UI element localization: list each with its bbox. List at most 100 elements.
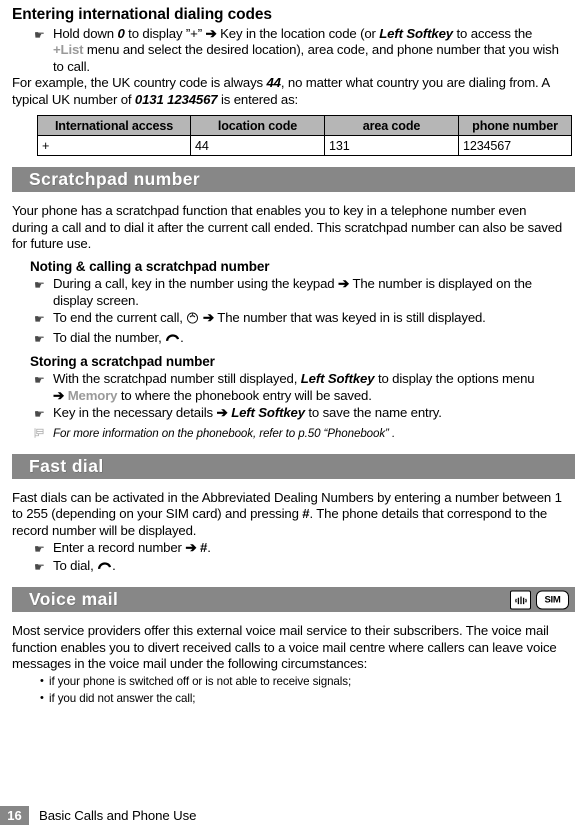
arrow-icon: ➔ <box>53 387 65 403</box>
hand-bullet-icon: ☛ <box>34 559 45 574</box>
step-text-mid4: menu and select the desired location), a… <box>53 42 559 74</box>
step-text-pre: Key in the necessary details <box>53 405 217 421</box>
condition-text: if you did not answer the call; <box>49 691 196 705</box>
dial-call-icon <box>165 332 180 349</box>
step-text-pre: Hold down <box>53 25 118 41</box>
band-title-fast-dial: Fast dial <box>29 455 104 476</box>
heading-storing-scratchpad: Storing a scratchpad number <box>30 354 215 369</box>
col-international-access: International access <box>37 115 191 137</box>
note-text: For more information on the phonebook, r… <box>53 426 396 440</box>
page-footer: 16 Basic Calls and Phone Use <box>0 806 575 825</box>
arrow-icon: ➔ <box>202 310 215 325</box>
step-text-post: to where the phonebook entry will be sav… <box>117 387 372 403</box>
step-text-pre: To dial the number, <box>53 329 166 345</box>
step-text-mid2: Key in the location code (or <box>216 25 380 41</box>
col-area-code: area code <box>324 115 459 137</box>
heading-noting-calling: Noting & calling a scratchpad number <box>30 258 270 274</box>
cell-location-code: 44 <box>190 135 325 157</box>
cell-phone-number: 1234567 <box>458 135 572 157</box>
table-row: + 44 131 1234567 <box>37 135 572 157</box>
step-international-dialing: ☛ Hold down 0 to display ”+” ➔ Key in th… <box>12 26 563 76</box>
step-enter-record-number: ☛ Enter a record number ➔ #. <box>12 540 563 557</box>
manual-page: Entering international dialing codes ☛ H… <box>0 0 575 829</box>
step-fast-dial: ☛ To dial, . <box>12 558 563 577</box>
country-code-value: 44 <box>266 75 281 91</box>
step-text-mid3: to access the <box>452 25 533 41</box>
step-text: Hold down 0 to display ”+” ➔ Key in the … <box>53 26 563 76</box>
step-text-pre: With the scratchpad number still display… <box>53 371 301 387</box>
hand-bullet-icon: ☛ <box>34 278 45 292</box>
scratchpad-content: Your phone has a scratchpad function tha… <box>0 192 575 442</box>
hand-bullet-icon: ☛ <box>34 407 45 422</box>
section-heading-international: Entering international dialing codes <box>12 6 272 23</box>
step-dial-number: ☛ To dial the number, . <box>12 330 563 349</box>
fast-dial-content: Fast dials can be activated in the Abbre… <box>0 479 575 577</box>
section-band-voice-mail: Voice mail SIM <box>12 587 575 613</box>
step-text-post: The number that was keyed in is still di… <box>214 310 486 325</box>
paragraph-uk-example: For example, the UK country code is alwa… <box>12 75 563 108</box>
left-softkey-label: Left Softkey <box>300 371 375 387</box>
step-text-pre: To end the current call, <box>53 310 187 325</box>
left-softkey-label: Left Softkey <box>379 25 453 41</box>
dot-bullet-icon: • <box>40 674 44 687</box>
condition-item: • if you did not answer the call; <box>12 691 563 707</box>
table-header-row: International access location code area … <box>37 115 572 137</box>
step-key-details: ☛ Key in the necessary details ➔ Left So… <box>12 405 563 422</box>
arrow-icon: ➔ <box>185 540 197 556</box>
voice-mail-content: Most service providers offer this extern… <box>0 612 575 707</box>
col-location-code: location code <box>190 115 325 137</box>
step-text-post: . <box>112 557 116 573</box>
col-phone-number: phone number <box>458 115 572 137</box>
step-text-post: . <box>180 329 184 345</box>
end-call-icon <box>186 311 199 329</box>
band-title-voice-mail: Voice mail <box>29 589 119 610</box>
book-note-icon <box>34 427 53 443</box>
step-text-pre: Enter a record number <box>53 540 186 556</box>
band-badge-group: SIM <box>510 590 569 610</box>
plus-list-label: +List <box>53 42 84 58</box>
arrow-icon: ➔ <box>216 405 228 421</box>
hand-bullet-icon: ☛ <box>34 542 45 557</box>
dialing-code-table: International access location code area … <box>37 115 572 157</box>
step-store-with-softkey: ☛ With the scratchpad number still displ… <box>12 371 563 404</box>
footer-chapter-title: Basic Calls and Phone Use <box>39 808 197 823</box>
step-text-pre: To dial, <box>53 557 98 573</box>
band-title-scratchpad: Scratchpad number <box>29 169 201 190</box>
dial-call-icon <box>97 560 112 577</box>
hand-bullet-icon: ☛ <box>34 373 45 388</box>
page-content: Entering international dialing codes ☛ H… <box>0 0 575 157</box>
section-band-fast-dial: Fast dial <box>12 453 575 479</box>
step-text-mid: to display the options menu <box>374 371 535 387</box>
memory-menu-label: Memory <box>67 387 118 403</box>
step-text-post: . <box>207 540 211 556</box>
condition-text: if your phone is switched off or is not … <box>49 674 352 688</box>
sim-icon: SIM <box>536 590 569 610</box>
network-service-icon <box>510 590 531 610</box>
dot-bullet-icon: • <box>40 691 44 704</box>
hand-bullet-icon: ☛ <box>34 331 45 346</box>
step-text-mid1: to display ”+” <box>124 25 206 41</box>
hand-bullet-icon: ☛ <box>34 312 45 326</box>
arrow-icon: ➔ <box>338 276 350 291</box>
step-during-call: ☛ During a call, key in the number using… <box>12 276 563 309</box>
arrow-icon: ➔ <box>205 25 217 41</box>
cell-area-code: 131 <box>324 135 459 157</box>
example-post: is entered as: <box>217 91 299 107</box>
example-pre: For example, the UK country code is alwa… <box>12 75 267 91</box>
section-band-scratchpad: Scratchpad number <box>12 167 575 193</box>
scratchpad-intro: Your phone has a scratchpad function tha… <box>12 203 563 252</box>
left-softkey-label: Left Softkey <box>231 405 305 421</box>
key-zero: 0 <box>117 25 125 41</box>
voice-mail-intro: Most service providers offer this extern… <box>12 623 557 672</box>
step-text-pre: During a call, key in the number using t… <box>53 276 338 291</box>
sim-label: SIM <box>544 594 561 606</box>
step-end-current-call: ☛ To end the current call, ➔ The number … <box>12 310 563 329</box>
uk-number-value: 0131 1234567 <box>134 91 218 107</box>
note-phonebook-reference: For more information on the phonebook, r… <box>12 426 563 443</box>
page-number-badge: 16 <box>0 806 29 825</box>
condition-item: • if your phone is switched off or is no… <box>12 674 563 690</box>
hand-bullet-icon: ☛ <box>34 27 45 42</box>
fast-dial-intro: Fast dials can be activated in the Abbre… <box>12 490 563 540</box>
step-text-post: to save the name entry. <box>304 405 442 421</box>
cell-international-access: + <box>37 135 191 157</box>
